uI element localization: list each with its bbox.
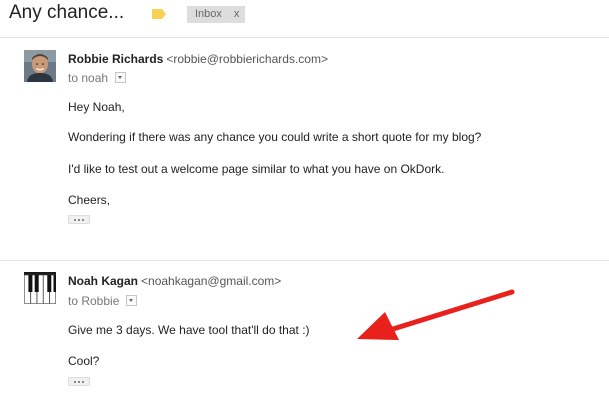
sender-line: Robbie Richards <robbie@robbierichards.co…	[68, 52, 328, 66]
thread-subject: Any chance...	[9, 2, 125, 23]
sender-line: Noah Kagan <noahkagan@gmail.com>	[68, 274, 281, 288]
person-photo-icon	[24, 50, 56, 82]
recipient-text: to noah	[68, 71, 109, 85]
body-line: I'd like to test out a welcome page simi…	[68, 162, 445, 176]
sender-avatar[interactable]	[24, 50, 56, 82]
show-details-dropdown-icon[interactable]	[115, 72, 127, 83]
inbox-label-text: Inbox	[195, 8, 222, 20]
show-details-dropdown-icon[interactable]	[126, 295, 138, 306]
sender-name[interactable]: Noah Kagan	[68, 274, 138, 288]
sender-avatar[interactable]	[24, 272, 56, 304]
thread-header: Any chance... Inbox x	[0, 0, 609, 30]
annotation-arrow-icon	[357, 289, 515, 340]
label-tag-icon[interactable]	[152, 9, 166, 19]
show-trimmed-content-button[interactable]	[68, 215, 90, 224]
body-line: Cheers,	[68, 193, 111, 207]
body-line: Give me 3 days. We have tool that'll do …	[68, 323, 310, 337]
message-robbie: Robbie Richards <robbie@robbierichards.co…	[0, 38, 609, 253]
body-line: Wondering if there was any chance you co…	[68, 130, 482, 144]
recipient-text: to Robbie	[68, 294, 120, 308]
recipient-line: to Robbie	[68, 294, 138, 308]
body-line: Cool?	[68, 354, 100, 368]
recipient-line: to noah	[68, 71, 127, 85]
sender-name[interactable]: Robbie Richards	[68, 52, 163, 66]
sender-email: <robbie@robbierichards.com>	[166, 52, 328, 66]
sender-email: <noahkagan@gmail.com>	[141, 274, 282, 288]
piano-keys-icon	[24, 272, 56, 304]
inbox-label-badge[interactable]: Inbox x	[187, 6, 246, 23]
show-trimmed-content-button[interactable]	[68, 377, 90, 386]
remove-label-button[interactable]: x	[234, 8, 240, 20]
body-line: Hey Noah,	[68, 100, 125, 114]
